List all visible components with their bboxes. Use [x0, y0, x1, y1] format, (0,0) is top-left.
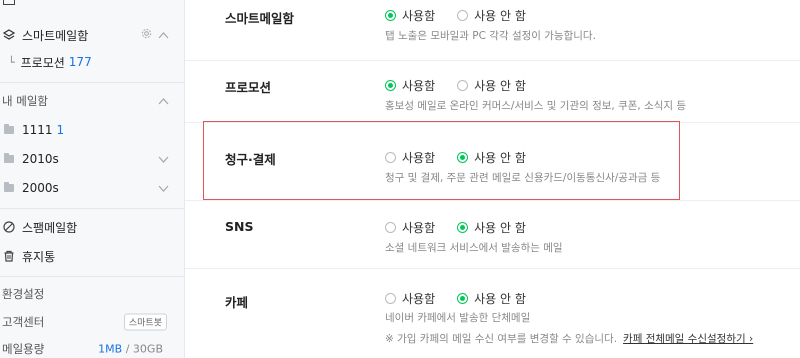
- folder-label: 2000s: [22, 181, 59, 195]
- sidebar-item-label: 스팸메일함: [22, 220, 78, 235]
- sidebar-item-trash[interactable]: 휴지통: [0, 245, 184, 267]
- radio-unselected-icon: [457, 80, 469, 91]
- chevron-down-icon[interactable]: [158, 152, 169, 166]
- folder-label: 2010s: [22, 152, 59, 166]
- divider: [0, 208, 184, 209]
- radio-use[interactable]: 사용함: [385, 7, 435, 24]
- setting-description: 네이버 카페에서 발송한 단체메일: [385, 312, 531, 324]
- setting-promotion: 프로모션 사용함 사용 안 함 홍보성 메일로 온라인 커머스/서비스 및 기관…: [185, 60, 800, 122]
- radio-no-use[interactable]: 사용 안 함: [457, 7, 526, 24]
- setting-description: 소셜 네트워크 서비스에서 발송하는 메일: [385, 242, 563, 254]
- radio-no-use[interactable]: 사용 안 함: [457, 219, 526, 236]
- setting-smart-mailbox: 스마트메일함 사용함 사용 안 함 탭 노출은 모바일과 PC 각각 설정이 가…: [185, 0, 800, 60]
- setting-note: ※ 가입 카페의 메일 수신 여부를 변경할 수 있습니다. 카페 전체메일 수신…: [385, 331, 753, 346]
- tree-branch-icon: └: [8, 55, 15, 69]
- sidebar-item-label: 환경설정: [2, 287, 45, 301]
- chevron-down-icon[interactable]: [158, 181, 169, 195]
- divider: [0, 276, 184, 277]
- radio-use[interactable]: 사용함: [385, 77, 435, 94]
- section-label: 내 메일함: [2, 94, 48, 108]
- radio-group: 사용함 사용 안 함: [385, 7, 548, 24]
- storage-total: 30GB: [132, 342, 163, 356]
- setting-sns: SNS 사용함 사용 안 함 소셜 네트워크 서비스에서 발송하는 메일: [185, 200, 800, 262]
- radio-label: 사용 안 함: [474, 221, 526, 235]
- setting-description: 탭 노출은 모바일과 PC 각각 설정이 가능합니다.: [385, 30, 596, 42]
- radio-selected-icon: [385, 80, 396, 91]
- my-mailbox-header[interactable]: 내 메일함: [0, 90, 184, 112]
- chevron-up-icon[interactable]: [158, 94, 169, 108]
- storage-usage: 메일용량 1MB / 30GB: [0, 338, 184, 358]
- radio-group: 사용함 사용 안 함: [385, 219, 548, 236]
- folder-icon: [2, 123, 16, 137]
- setting-description: 홍보성 메일로 온라인 커머스/서비스 및 기관의 정보, 쿠폰, 소식지 등: [385, 100, 687, 112]
- setting-title: 프로모션: [225, 80, 272, 95]
- sidebar-item-label: 고객센터: [2, 315, 45, 329]
- radio-label: 사용함: [402, 79, 436, 93]
- setting-title: 스마트메일함: [225, 11, 295, 26]
- radio-unselected-icon: [457, 10, 469, 21]
- radio-selected-icon: [457, 222, 469, 233]
- radio-label: 사용함: [402, 221, 436, 235]
- radio-label: 사용함: [402, 292, 436, 306]
- radio-group: 사용함 사용 안 함: [385, 77, 548, 94]
- sidebar-item-spam[interactable]: 스팸메일함: [0, 216, 184, 238]
- radio-unselected-icon: [385, 222, 396, 233]
- settings-panel: 스마트메일함 사용함 사용 안 함 탭 노출은 모바일과 PC 각각 설정이 가…: [185, 0, 800, 358]
- divider: [0, 82, 184, 83]
- folder-icon: [2, 181, 16, 195]
- unread-count: 1: [56, 123, 65, 137]
- smartbot-badge[interactable]: 스마트봇: [123, 313, 167, 331]
- sidebar-item-label: 프로모션: [20, 55, 65, 70]
- cafe-mail-settings-link[interactable]: 카페 전체메일 수신설정하기 ›: [623, 333, 753, 345]
- setting-title: 카페: [225, 295, 249, 310]
- highlight-box: [203, 121, 680, 200]
- gear-icon[interactable]: [141, 28, 152, 42]
- unread-count: 177: [68, 55, 92, 69]
- radio-selected-icon: [385, 10, 396, 21]
- radio-label: 사용함: [402, 9, 436, 23]
- radio-label: 사용 안 함: [474, 79, 526, 93]
- sidebar-item-smart-mailbox[interactable]: 스마트메일함: [0, 24, 184, 46]
- radio-no-use[interactable]: 사용 안 함: [457, 290, 526, 307]
- block-icon: [2, 220, 16, 234]
- radio-unselected-icon: [385, 293, 396, 304]
- radio-use[interactable]: 사용함: [385, 219, 435, 236]
- storage-value: 1MB / 30GB: [98, 343, 163, 356]
- sidebar-folder-2000s[interactable]: 2000s: [0, 177, 184, 199]
- folder-icon: [2, 152, 16, 166]
- radio-label: 사용 안 함: [474, 9, 526, 23]
- note-text: ※ 가입 카페의 메일 수신 여부를 변경할 수 있습니다.: [385, 333, 618, 345]
- storage-separator: /: [122, 342, 133, 356]
- sidebar-item-label: 스마트메일함: [22, 28, 89, 43]
- chevron-up-icon[interactable]: [158, 28, 169, 42]
- sidebar-item-promotion[interactable]: └ 프로모션 177: [0, 51, 184, 73]
- folder-label: 1111: [22, 123, 53, 137]
- setting-title: SNS: [225, 219, 254, 234]
- storage-used: 1MB: [98, 342, 123, 356]
- mail-icon: [2, 0, 16, 7]
- radio-label: 사용 안 함: [474, 292, 526, 306]
- radio-group: 사용함 사용 안 함: [385, 290, 548, 307]
- setting-cafe: 카페 사용함 사용 안 함 네이버 카페에서 발송한 단체메일 ※ 가입 카페의…: [185, 268, 800, 358]
- storage-label: 메일용량: [2, 342, 45, 356]
- sidebar-item-prev[interactable]: [0, 0, 184, 8]
- sidebar-item-settings[interactable]: 환경설정: [0, 283, 184, 305]
- sidebar-item-label: 휴지통: [22, 249, 56, 264]
- layers-icon: [2, 28, 16, 42]
- radio-selected-icon: [457, 293, 469, 304]
- trash-icon: [2, 249, 16, 263]
- sidebar-folder-1111[interactable]: 1111 1: [0, 119, 184, 141]
- radio-no-use[interactable]: 사용 안 함: [457, 77, 526, 94]
- radio-use[interactable]: 사용함: [385, 290, 435, 307]
- sidebar: 스마트메일함 └ 프로모션 177 내 메일함 1111 1 2010s 200…: [0, 0, 185, 358]
- sidebar-folder-2010s[interactable]: 2010s: [0, 148, 184, 170]
- sidebar-item-support[interactable]: 고객센터 스마트봇: [0, 311, 184, 333]
